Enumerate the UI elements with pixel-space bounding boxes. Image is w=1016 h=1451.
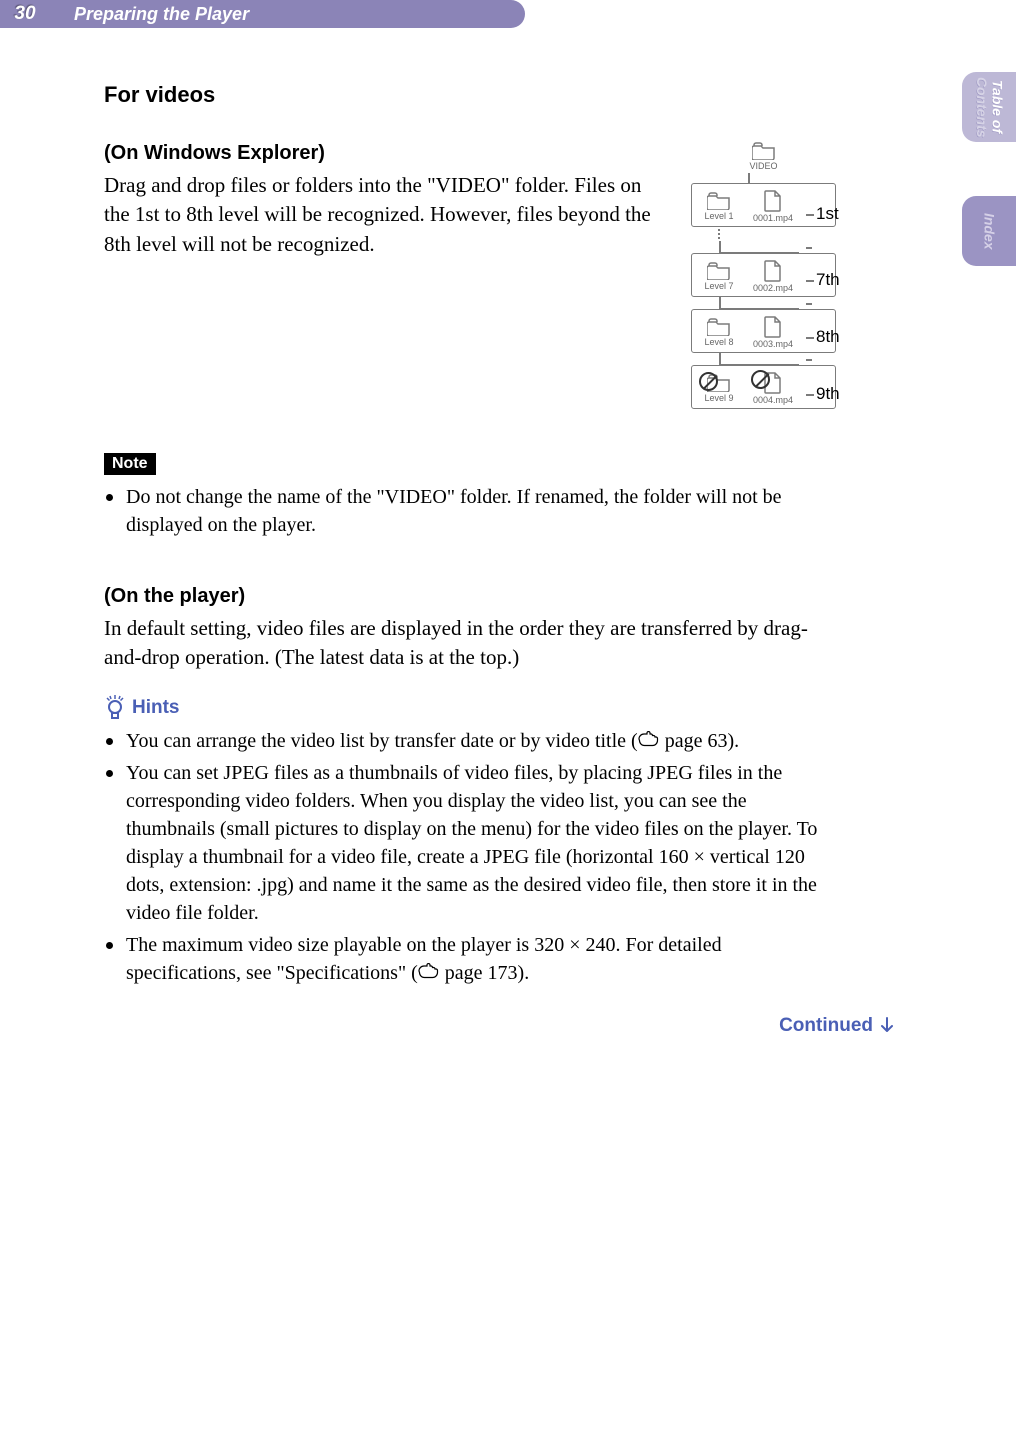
note-item: Do not change the name of the "VIDEO" fo… [104, 483, 836, 539]
diagram-level-label: 1st [816, 204, 839, 224]
note-list: Do not change the name of the "VIDEO" fo… [104, 483, 836, 539]
hints-item: You can arrange the video list by transf… [104, 727, 836, 755]
sidebar-tab-toc[interactable]: Table of Contents [962, 72, 1016, 142]
hand-pointing-icon [638, 731, 660, 747]
section-heading-for-videos: For videos [104, 82, 836, 108]
sidebar-tab-index[interactable]: Index [962, 196, 1016, 266]
diagram-level-label: 9th [816, 384, 840, 404]
folder-icon [752, 142, 776, 160]
index-label: Index [981, 213, 996, 250]
page-header: 30 Preparing the Player [0, 0, 1016, 28]
folder-hierarchy-diagram: VIDEO Level 10001.mp4Level 70002.mp4Leve… [691, 142, 836, 409]
sub-heading-explorer: (On Windows Explorer) [104, 142, 661, 165]
toc-label-line2: Contents [974, 77, 989, 138]
player-body-text: In default setting, video files are disp… [104, 614, 836, 673]
diagram-row: Level 90004.mp4 [691, 365, 836, 409]
explorer-body-text: Drag and drop files or folders into the … [104, 171, 661, 259]
hints-item: You can set JPEG files as a thumbnails o… [104, 759, 836, 927]
diagram-level-label: 7th [816, 270, 840, 290]
hints-list: You can arrange the video list by transf… [104, 727, 836, 987]
chapter-title: Preparing the Player [50, 0, 525, 28]
diagram-row: Level 10001.mp4 [691, 183, 836, 227]
diagram-row: Level 70002.mp4 [691, 253, 836, 297]
toc-label-line1: Table of [989, 77, 1004, 138]
hand-pointing-icon [418, 963, 440, 979]
page-number: 30 [0, 0, 50, 28]
continued-indicator: Continued [104, 1015, 896, 1037]
diagram-row: Level 80003.mp4 [691, 309, 836, 353]
hints-lightbulb-icon [104, 695, 126, 721]
sub-heading-player: (On the player) [104, 585, 836, 608]
continued-arrow-icon [878, 1016, 896, 1036]
note-label: Note [104, 453, 156, 475]
hints-item: The maximum video size playable on the p… [104, 931, 836, 987]
diagram-level-label: 8th [816, 327, 840, 347]
hints-label: Hints [132, 697, 180, 719]
